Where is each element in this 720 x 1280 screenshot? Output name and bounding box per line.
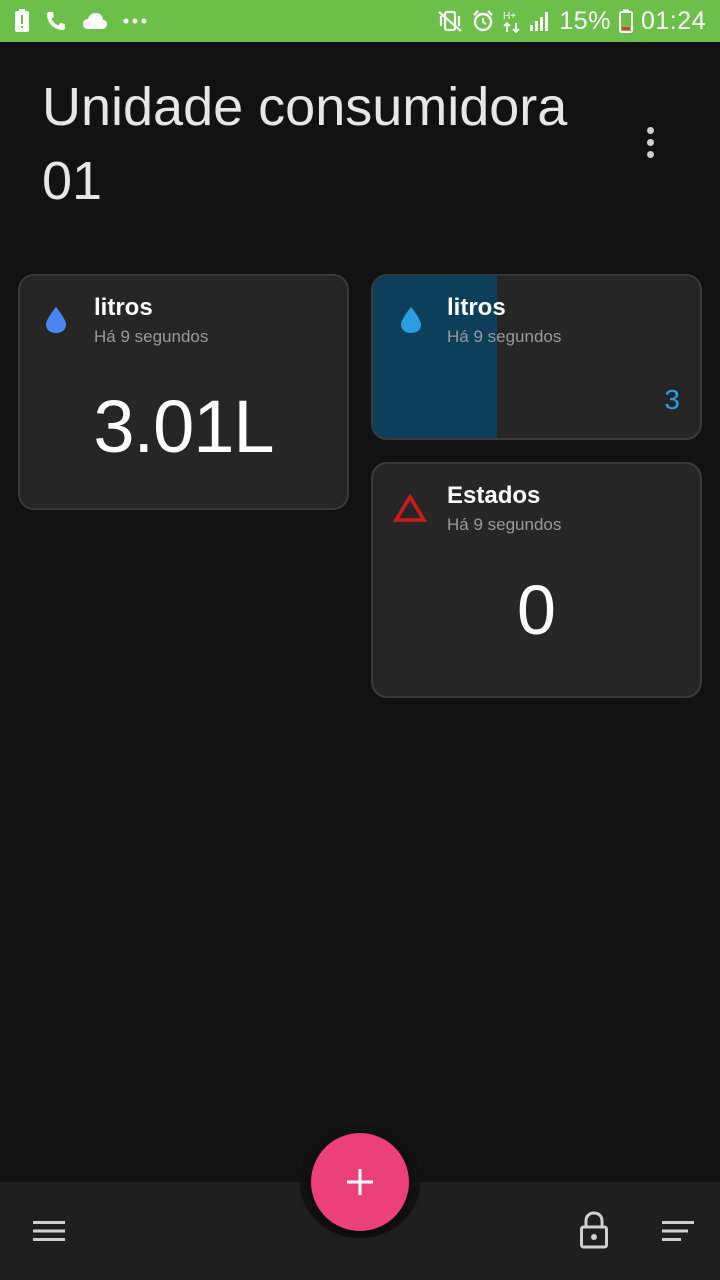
card-timestamp: Há 9 segundos bbox=[447, 515, 562, 534]
warning-triangle-icon bbox=[392, 493, 428, 527]
progress-card-litros[interactable]: litros Há 9 segundos 3 bbox=[371, 274, 702, 440]
card-value: 3.01L bbox=[93, 385, 274, 468]
data-icon: H+ bbox=[503, 9, 521, 33]
battery-icon bbox=[618, 9, 633, 33]
value-card-estados[interactable]: Estados Há 9 segundos 0 bbox=[371, 462, 702, 698]
clock: 01:24 bbox=[640, 6, 706, 35]
svg-text:H+: H+ bbox=[503, 11, 516, 22]
status-bar: H+ 15% 01:24 bbox=[0, 0, 720, 42]
vibrate-icon bbox=[437, 9, 463, 33]
card-title: litros bbox=[447, 294, 506, 321]
screen: H+ 15% 01:24 Unidade consumidora 01 litr… bbox=[0, 0, 720, 1280]
lock-icon[interactable] bbox=[572, 1208, 616, 1252]
card-timestamp: Há 9 segundos bbox=[447, 327, 562, 346]
cloud-icon bbox=[82, 11, 108, 31]
battery-percent: 15% bbox=[559, 6, 611, 35]
water-drop-icon bbox=[44, 306, 68, 339]
card-value: 0 bbox=[517, 571, 556, 649]
page-title: Unidade consumidora 01 bbox=[42, 77, 568, 211]
more-vert-icon[interactable] bbox=[630, 122, 670, 162]
card-timestamp: Há 9 segundos bbox=[94, 327, 209, 346]
signal-icon bbox=[529, 10, 551, 32]
water-drop-icon bbox=[399, 306, 423, 339]
battery-alert-icon bbox=[14, 9, 30, 33]
menu-icon[interactable] bbox=[26, 1208, 72, 1254]
card-title: litros bbox=[94, 294, 153, 321]
card-title: Estados bbox=[447, 482, 541, 509]
progress-value: 3 bbox=[664, 384, 680, 415]
value-card-litros[interactable]: litros Há 9 segundos 3.01L bbox=[18, 274, 349, 510]
add-button[interactable] bbox=[311, 1133, 409, 1231]
add-icon bbox=[346, 1168, 374, 1196]
more-dots-icon bbox=[122, 17, 148, 25]
alarm-icon bbox=[471, 9, 495, 33]
phone-call-icon bbox=[44, 9, 68, 33]
sort-icon[interactable] bbox=[656, 1208, 700, 1254]
